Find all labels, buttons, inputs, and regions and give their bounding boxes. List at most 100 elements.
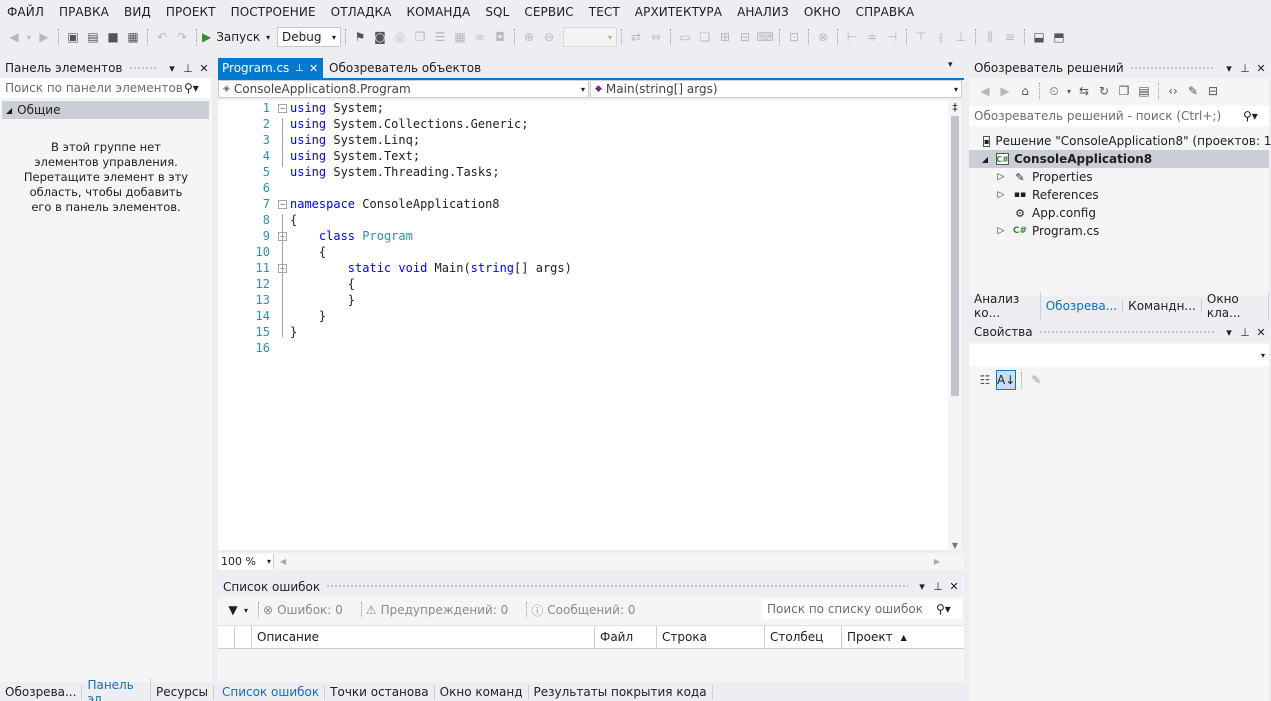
pin-icon[interactable]: ⊥ — [1237, 326, 1253, 339]
menu-item[interactable]: ФАЙЛ — [0, 5, 52, 19]
dropdown-icon[interactable]: ▾ — [914, 580, 930, 593]
code-line[interactable]: 3 using System.Linq; — [234, 132, 948, 148]
scroll-left-icon[interactable]: ◀ — [280, 557, 286, 566]
close-icon[interactable]: ✕ — [196, 62, 212, 75]
close-icon[interactable]: ✕ — [1253, 326, 1269, 339]
alphabetical-icon[interactable]: A↓ — [996, 370, 1017, 390]
code-line[interactable]: 15} — [234, 324, 948, 340]
tool-icon[interactable]: ∞ — [471, 27, 489, 47]
split-icon[interactable]: ‡ — [949, 101, 961, 115]
chevron-down-icon[interactable]: ▾ — [244, 606, 248, 615]
tool-icon[interactable]: ⇄ — [627, 27, 645, 47]
expanded-triangle-icon[interactable]: ◢ — [979, 155, 991, 164]
tree-item-program-cs[interactable]: ▷ C# Program.cs — [969, 222, 1269, 240]
tool-window-tab[interactable]: Ресурсы — [151, 685, 214, 699]
tool-window-tab[interactable]: Обозрева... — [0, 685, 83, 699]
tree-project[interactable]: ◢ C# ConsoleApplication8 — [969, 150, 1269, 168]
messages-toggle-button[interactable]: ⓘ Сообщений: 0 — [531, 602, 635, 619]
tree-item-app-config[interactable]: ⚙ App.config — [969, 204, 1269, 222]
collapse-all-icon[interactable]: ❐ — [1115, 81, 1133, 101]
menu-item[interactable]: ТЕСТ — [582, 5, 628, 19]
tool-window-tab[interactable]: Анализ ко... — [969, 292, 1041, 320]
pin-icon[interactable]: ⊥ — [930, 580, 946, 593]
dropdown-icon[interactable]: ▾ — [164, 62, 180, 75]
column-line[interactable]: Строка — [657, 626, 765, 648]
tool-window-tab[interactable]: Точки останова — [325, 685, 435, 699]
back-icon[interactable]: ◀ — [5, 27, 23, 47]
scroll-right-icon[interactable]: ▶ — [934, 557, 940, 566]
chevron-down-icon[interactable]: ▾ — [1065, 81, 1073, 101]
toolbox-search-input[interactable]: Поиск по панели элементов ⚲▾ — [0, 78, 210, 98]
tool-icon[interactable]: ◘ — [491, 27, 509, 47]
tool-icon[interactable]: ❐ — [411, 27, 429, 47]
pin-icon[interactable]: ⊥ — [295, 63, 309, 74]
menu-item[interactable]: АНАЛИЗ — [730, 5, 797, 19]
toolbox-group-header[interactable]: ◢ Общие — [2, 101, 209, 119]
collapsed-triangle-icon[interactable]: ▷ — [995, 172, 1007, 182]
column-description[interactable]: Описание — [252, 626, 595, 648]
tool-window-tab[interactable]: Окно кла... — [1202, 292, 1269, 320]
undo-icon[interactable]: ↶ — [153, 27, 171, 47]
history-icon[interactable]: ⏲ — [1045, 81, 1063, 101]
tool-icon[interactable]: ❏ — [696, 27, 714, 47]
configuration-select[interactable]: Debug ▾ — [277, 27, 341, 47]
align-left-icon[interactable]: ⊢ — [843, 27, 861, 47]
tool-icon[interactable]: ▭ — [676, 27, 694, 47]
code-line[interactable]: 11 static void Main(string[] args) — [234, 260, 948, 276]
tree-item-references[interactable]: ▷ ▪▪ References — [969, 186, 1269, 204]
code-line[interactable]: 13 } — [234, 292, 948, 308]
zoom-in-icon[interactable]: ⊕ — [520, 27, 538, 47]
dropdown-icon[interactable]: ▾ — [1221, 62, 1237, 75]
dropdown-icon[interactable]: ▾ — [1221, 326, 1237, 339]
save-all-icon[interactable]: ▦ — [124, 27, 142, 47]
column-project[interactable]: Проект ▲ — [842, 626, 962, 648]
column-file[interactable]: Файл — [595, 626, 657, 648]
tool-window-tab[interactable]: Обозрева... — [1041, 299, 1124, 313]
forward-icon[interactable]: ▶ — [35, 27, 53, 47]
attach-icon[interactable]: ⚑ — [351, 27, 369, 47]
tool-window-tab[interactable]: Список ошибок — [217, 685, 326, 699]
collapsed-triangle-icon[interactable]: ▷ — [995, 190, 1007, 200]
collapse-region-icon[interactable]: − — [278, 200, 287, 209]
redo-icon[interactable]: ↷ — [173, 27, 191, 47]
properties-wrench-icon[interactable]: ✎ — [1184, 81, 1202, 101]
refresh-icon[interactable]: ↻ — [1095, 81, 1113, 101]
column-order[interactable] — [235, 626, 252, 648]
tool-icon[interactable]: ⊟ — [736, 27, 754, 47]
camera-icon[interactable]: ◙ — [371, 27, 389, 47]
menu-item[interactable]: СЕРВИС — [517, 5, 581, 19]
filter-icon[interactable]: ▼ — [222, 603, 244, 617]
new-project-icon[interactable]: ▣ — [64, 27, 82, 47]
menu-item[interactable]: ОКНО — [797, 5, 849, 19]
space-vertical-icon[interactable]: ≡ — [1001, 27, 1019, 47]
tool-window-tab[interactable]: Панель эл... — [82, 678, 151, 701]
start-debug-button[interactable]: ▶ Запуск ▾ — [202, 27, 272, 47]
code-line[interactable]: 2 using System.Collections.Generic; — [234, 116, 948, 132]
code-line[interactable]: 12 { — [234, 276, 948, 292]
align-middle-icon[interactable]: ⫲ — [932, 27, 950, 47]
zoom-select[interactable]: ▾ — [563, 27, 617, 47]
editor-vertical-scrollbar[interactable]: ‡ ▼ — [948, 100, 962, 550]
align-center-icon[interactable]: ≑ — [863, 27, 881, 47]
categorized-icon[interactable]: ☷ — [976, 370, 994, 390]
menu-item[interactable]: СПРАВКА — [849, 5, 923, 19]
forward-icon[interactable]: ▶ — [996, 81, 1014, 101]
tab-overflow-icon[interactable]: ▾ — [948, 60, 953, 70]
view-code-icon[interactable]: ‹› — [1164, 81, 1182, 101]
nav-member-select[interactable]: ◆ Main(string[] args) ▾ — [590, 80, 962, 98]
table-icon[interactable]: ▦ — [451, 27, 469, 47]
align-bottom-icon[interactable]: ⊥ — [952, 27, 970, 47]
editor-tab-program[interactable]: Program.cs ⊥ ✕ — [218, 58, 323, 78]
tool-icon[interactable]: ⊡ — [785, 27, 803, 47]
code-line[interactable]: 1 using System; — [234, 100, 948, 116]
zoom-out-icon[interactable]: ⊖ — [540, 27, 558, 47]
property-pages-icon[interactable]: ✎ — [1027, 370, 1045, 390]
menu-item[interactable]: ВИД — [117, 5, 159, 19]
code-line[interactable]: 5 using System.Threading.Tasks; — [234, 164, 948, 180]
open-file-icon[interactable]: ▤ — [84, 27, 102, 47]
code-line[interactable]: 8{ — [234, 212, 948, 228]
tool-window-tab[interactable]: Командн... — [1123, 299, 1202, 313]
tool-icon[interactable]: ⇔ — [647, 27, 665, 47]
dropdown-arrow-icon[interactable]: ▾ — [25, 27, 33, 47]
code-line[interactable]: 4 using System.Text; — [234, 148, 948, 164]
